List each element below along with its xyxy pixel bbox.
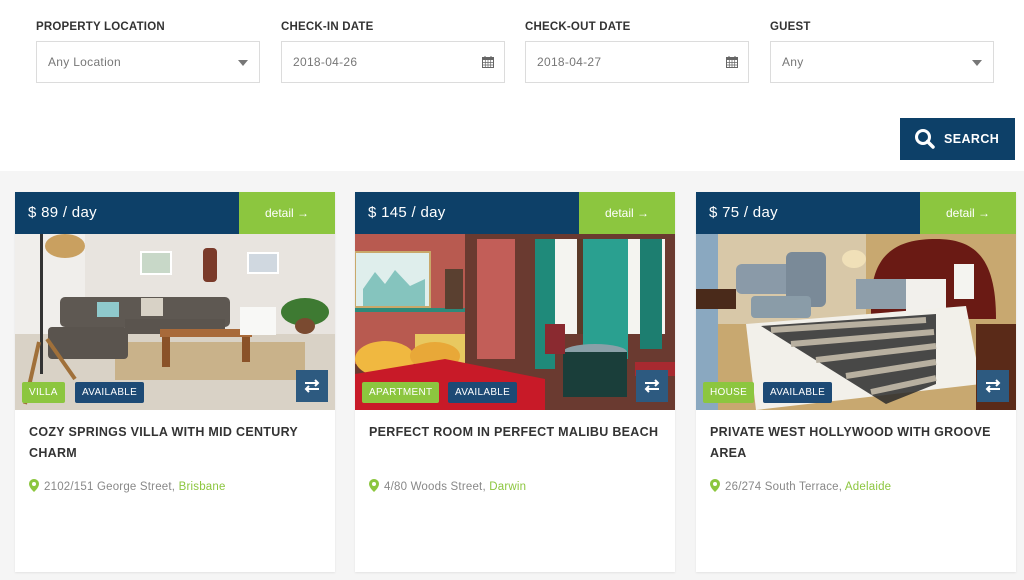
checkout-field: CHECK-OUT DATE 2018-04-27 xyxy=(525,20,749,83)
map-pin-icon xyxy=(29,479,39,492)
chevron-down-icon xyxy=(238,60,248,66)
detail-link[interactable]: detail → xyxy=(579,192,675,234)
listing-photo[interactable]: APARTMENT AVAILABLE xyxy=(355,234,675,410)
listing-address: 4/80 Woods Street, Darwin xyxy=(369,479,526,493)
checkin-field: CHECK-IN DATE 2018-04-26 xyxy=(281,20,505,83)
search-button-label: SEARCH xyxy=(944,132,1000,146)
map-pin-icon xyxy=(710,479,720,492)
price: $ 89 / day xyxy=(15,192,239,234)
listing-address: 2102/151 George Street, Brisbane xyxy=(29,479,226,493)
compare-button[interactable] xyxy=(636,370,668,402)
property-type-tag: HOUSE xyxy=(703,382,755,403)
compare-button[interactable] xyxy=(296,370,328,402)
search-icon xyxy=(915,129,935,149)
city-link[interactable]: Darwin xyxy=(489,481,526,493)
price: $ 75 / day xyxy=(696,192,920,234)
city-link[interactable]: Adelaide xyxy=(845,481,891,493)
detail-link[interactable]: detail → xyxy=(920,192,1016,234)
listing-title[interactable]: COZY SPRINGS VILLA WITH MID CENTURY CHAR… xyxy=(29,422,319,464)
guest-select[interactable]: Any xyxy=(770,41,994,83)
location-value: Any Location xyxy=(48,55,121,69)
compare-button[interactable] xyxy=(977,370,1009,402)
listing-photo[interactable]: VILLA AVAILABLE xyxy=(15,234,335,410)
checkout-value: 2018-04-27 xyxy=(537,55,602,69)
checkin-date-input[interactable]: 2018-04-26 xyxy=(281,41,505,83)
listing-card: $ 89 / day detail → VILLA AVAILABLE COZY… xyxy=(15,192,335,572)
listing-photo[interactable]: HOUSE AVAILABLE xyxy=(696,234,1016,410)
checkin-value: 2018-04-26 xyxy=(293,55,358,69)
guest-label: GUEST xyxy=(770,21,811,33)
listing-address: 26/274 South Terrace, Adelaide xyxy=(710,479,891,493)
calendar-icon xyxy=(726,56,738,68)
detail-link[interactable]: detail → xyxy=(239,192,335,234)
location-select[interactable]: Any Location xyxy=(36,41,260,83)
listing-card: $ 145 / day detail → APARTMENT AVAILABLE… xyxy=(355,192,675,572)
price: $ 145 / day xyxy=(355,192,579,234)
compare-arrows-icon xyxy=(304,379,320,393)
card-header: $ 75 / day detail → xyxy=(696,192,1016,234)
checkin-label: CHECK-IN DATE xyxy=(281,21,374,33)
listing-card: $ 75 / day detail → HOUSE AVAILABLE PRIV… xyxy=(696,192,1016,572)
property-type-tag: APARTMENT xyxy=(362,382,440,403)
guest-field: GUEST Any xyxy=(770,20,994,83)
listings-grid: $ 89 / day detail → VILLA AVAILABLE COZY… xyxy=(0,171,1024,580)
availability-badge: AVAILABLE xyxy=(75,382,145,403)
checkout-label: CHECK-OUT DATE xyxy=(525,21,631,33)
listing-title[interactable]: PERFECT ROOM IN PERFECT MALIBU BEACH xyxy=(369,422,659,443)
availability-badge: AVAILABLE xyxy=(763,382,833,403)
search-button[interactable]: SEARCH xyxy=(900,118,1015,160)
street: 26/274 South Terrace, xyxy=(725,481,843,493)
street: 4/80 Woods Street, xyxy=(384,481,486,493)
guest-value: Any xyxy=(782,55,804,69)
availability-badge: AVAILABLE xyxy=(448,382,518,403)
checkout-date-input[interactable]: 2018-04-27 xyxy=(525,41,749,83)
compare-arrows-icon xyxy=(985,379,1001,393)
card-header: $ 145 / day detail → xyxy=(355,192,675,234)
chevron-down-icon xyxy=(972,60,982,66)
compare-arrows-icon xyxy=(644,379,660,393)
listing-title[interactable]: PRIVATE WEST HOLLYWOOD WITH GROOVE AREA xyxy=(710,422,1000,464)
calendar-icon xyxy=(482,56,494,68)
search-form: PROPERTY LOCATION Any Location CHECK-IN … xyxy=(0,0,1024,171)
map-pin-icon xyxy=(369,479,379,492)
city-link[interactable]: Brisbane xyxy=(179,481,226,493)
location-field: PROPERTY LOCATION Any Location xyxy=(36,20,260,83)
location-label: PROPERTY LOCATION xyxy=(36,21,165,33)
card-header: $ 89 / day detail → xyxy=(15,192,335,234)
property-type-tag: VILLA xyxy=(22,382,65,403)
street: 2102/151 George Street, xyxy=(44,481,176,493)
